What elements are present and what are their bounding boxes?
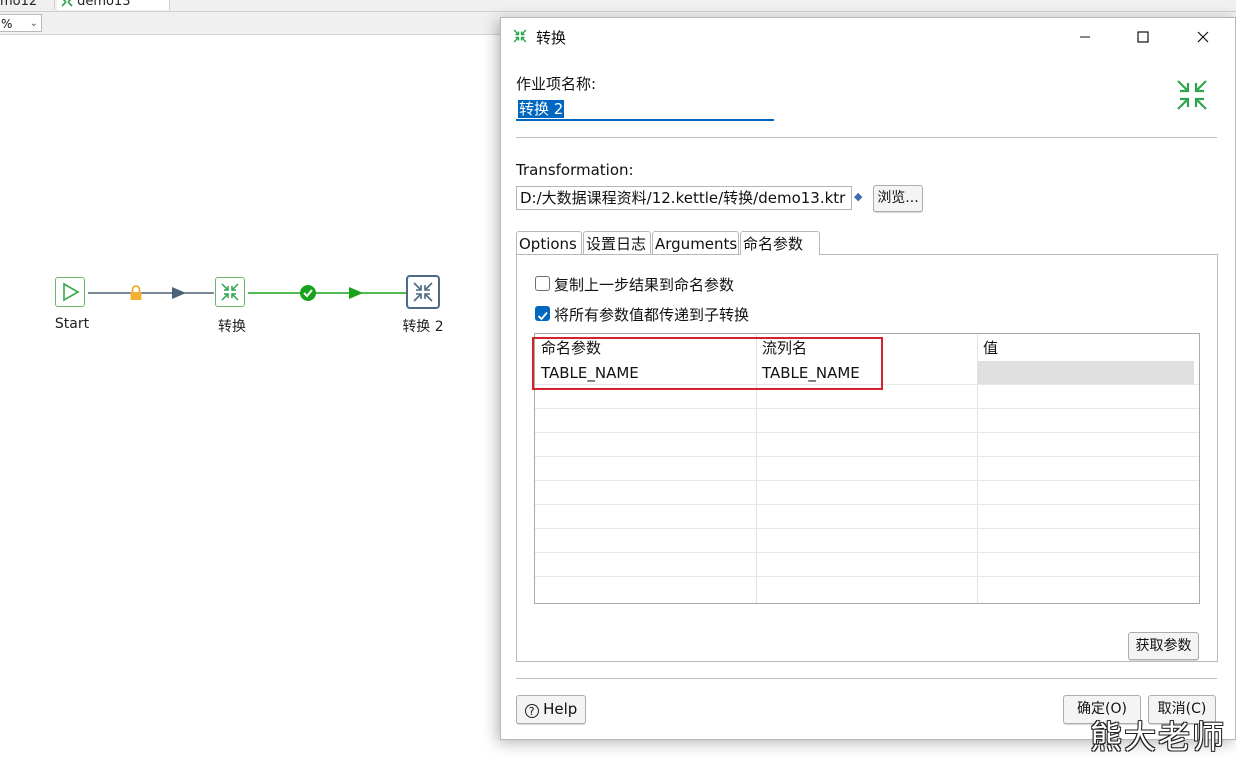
job-entry-name-input[interactable]: 转换 2: [516, 97, 774, 121]
start-node[interactable]: [55, 277, 85, 307]
transformation-icon: [221, 283, 239, 301]
transformation-node-1-label: 转换: [218, 319, 246, 335]
copy-results-checkbox[interactable]: [535, 276, 550, 291]
transformation-icon: [1177, 80, 1207, 110]
transformation-icon: [61, 0, 73, 7]
highlight-box: [532, 337, 883, 390]
get-parameters-button[interactable]: 获取参数: [1128, 632, 1199, 660]
job-entry-name-value: 转换 2: [518, 100, 565, 118]
file-tab-label: demo13: [77, 0, 131, 9]
named-parameters-panel: 复制上一步结果到命名参数 将所有参数值都传递到子转换 命名参数 流列名 值 TA…: [516, 254, 1218, 662]
start-node-label: Start: [54, 316, 90, 332]
file-tab-demo12[interactable]: mo12: [0, 0, 55, 10]
close-icon: [1197, 31, 1209, 43]
help-icon: ?: [524, 704, 539, 718]
transformation-node-1[interactable]: [215, 277, 245, 307]
transformation-icon: [413, 282, 433, 302]
lock-icon[interactable]: [129, 285, 143, 301]
chevron-down-icon: ⌄: [29, 18, 38, 29]
transformation-icon: [513, 29, 527, 43]
dialog-titlebar[interactable]: 转换: [501, 18, 1235, 56]
checkmark-icon: [537, 311, 548, 321]
separator: [516, 137, 1217, 138]
tab-named-parameters[interactable]: 命名参数: [740, 231, 820, 255]
watermark: 熊大老师: [1090, 718, 1227, 756]
maximize-button[interactable]: [1132, 26, 1154, 48]
transformation-label: Transformation:: [516, 161, 634, 179]
transformation-node-2-label: 转换 2: [402, 319, 444, 335]
pass-all-params-label: 将所有参数值都传递到子转换: [554, 306, 750, 324]
transformation-path-input[interactable]: D:/大数据课程资料/12.kettle/转换/demo13.ktr: [516, 186, 852, 210]
zoom-select[interactable]: % ⌄: [0, 14, 42, 32]
pass-all-params-checkbox[interactable]: [535, 306, 550, 321]
dialog-title: 转换: [536, 29, 567, 47]
help-label: Help: [543, 700, 578, 718]
tab-options[interactable]: Options: [516, 231, 582, 255]
play-icon: [63, 282, 80, 302]
job-entry-name-label: 作业项名称:: [516, 75, 597, 93]
copy-results-label: 复制上一步结果到命名参数: [554, 276, 735, 294]
browse-button[interactable]: 浏览...: [873, 185, 923, 212]
file-tab-demo13[interactable]: demo13: [57, 0, 170, 10]
separator: [516, 678, 1217, 679]
check-circle-icon[interactable]: [299, 284, 317, 302]
variable-icon[interactable]: ◆: [854, 190, 862, 203]
minimize-button[interactable]: [1074, 26, 1096, 48]
close-button[interactable]: [1192, 26, 1214, 48]
minimize-icon: [1080, 36, 1090, 38]
hop-arrow[interactable]: [349, 287, 363, 299]
value-cell[interactable]: [978, 361, 1194, 384]
tab-arguments[interactable]: Arguments: [652, 231, 739, 255]
file-tab-label: mo12: [0, 0, 38, 9]
file-tab-bar: mo12 demo13: [0, 0, 1236, 12]
tab-logging[interactable]: 设置日志: [583, 231, 651, 255]
maximize-icon: [1137, 31, 1149, 43]
column-header-value[interactable]: 值: [977, 336, 1198, 360]
hop-arrow[interactable]: [172, 287, 186, 299]
transformation-node-2[interactable]: [406, 275, 440, 309]
hop-lines: [88, 287, 406, 299]
help-button[interactable]: ? Help: [516, 695, 586, 724]
